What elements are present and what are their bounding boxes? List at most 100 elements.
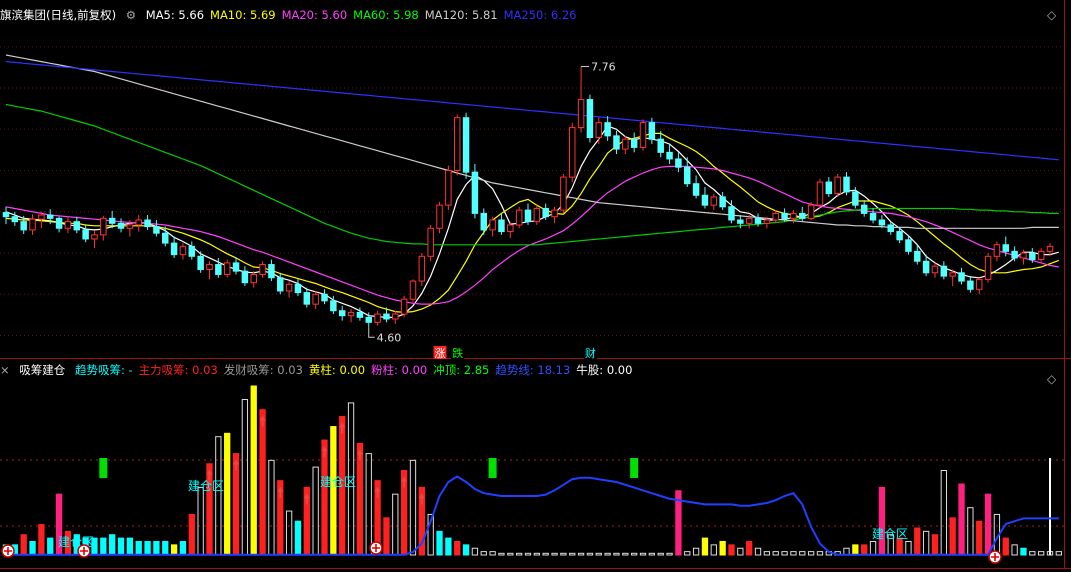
candle-body xyxy=(232,262,240,272)
volume-bar xyxy=(383,517,390,556)
candle-body xyxy=(409,280,417,300)
candle-body xyxy=(993,244,1001,257)
candle-body xyxy=(568,127,576,178)
volume-bar xyxy=(153,540,160,556)
kline-chart[interactable]: 7.764.60涨跌财预建仓区建仓区建仓区建仓区 xyxy=(0,0,1071,569)
volume-bar xyxy=(259,409,266,556)
volume-bar xyxy=(20,534,27,556)
low-label: 4.60 xyxy=(377,331,402,344)
candle-body xyxy=(604,122,611,137)
gear-icon[interactable]: ⚙ xyxy=(126,8,136,22)
candle-body xyxy=(126,224,134,229)
candle xyxy=(560,173,567,214)
volume-bar xyxy=(852,544,859,556)
volume-bar xyxy=(445,537,452,556)
candle xyxy=(586,94,594,143)
candle-body xyxy=(64,221,72,229)
candle-body xyxy=(312,293,319,305)
volume-bar xyxy=(321,439,328,556)
diamond-icon[interactable]: ◇ xyxy=(1047,8,1056,22)
candle-body xyxy=(675,158,682,168)
candle-body xyxy=(153,226,160,234)
indicator-legend-item-6: 趋势线: 18.13 xyxy=(495,363,571,377)
volume-bar xyxy=(861,544,868,556)
indicator-header: × 吸筹建仓 趋势吸筹: - 主力吸筹: 0.03 发财吸筹: 0.03 黄柱: 0.… xyxy=(0,362,644,378)
volume-bar xyxy=(462,544,470,556)
candle-body xyxy=(347,311,355,317)
candle-body xyxy=(250,273,257,284)
candle-body xyxy=(896,231,903,241)
candle-body xyxy=(940,265,948,277)
zone-label: 建仓区 xyxy=(320,475,356,489)
candle-body xyxy=(772,212,779,221)
candle-body xyxy=(763,219,771,224)
volume-bar xyxy=(250,385,257,556)
candle-body xyxy=(852,191,859,206)
candle-body xyxy=(515,209,523,226)
candle-body xyxy=(639,122,647,148)
candle-body xyxy=(781,212,788,219)
candle-body xyxy=(542,207,549,218)
volume-bar xyxy=(984,493,992,556)
candle-body xyxy=(551,209,558,218)
candle xyxy=(816,178,824,209)
candle-body xyxy=(692,183,700,196)
candle-body xyxy=(1020,252,1027,259)
volume-bar xyxy=(135,540,142,556)
candle-body xyxy=(259,264,266,275)
volume-bar xyxy=(294,520,302,556)
candle-body xyxy=(135,219,142,226)
candle xyxy=(984,253,992,283)
candle-body xyxy=(436,204,443,229)
volume-bar xyxy=(949,517,956,556)
candle-body xyxy=(108,217,116,224)
diamond-icon-lower[interactable]: ◇ xyxy=(1047,372,1056,386)
candle-body xyxy=(294,283,302,294)
candle-body xyxy=(223,262,231,275)
volume-bar xyxy=(170,544,178,556)
candle xyxy=(445,165,452,211)
candle-body xyxy=(737,219,744,224)
candle xyxy=(533,205,541,225)
candle-body xyxy=(241,270,249,284)
candle-body xyxy=(162,232,169,244)
candle-body xyxy=(144,219,151,228)
indicator-legend-item-0: 趋势吸筹: - xyxy=(74,363,133,377)
volume-bar xyxy=(728,544,735,556)
indicator-legend-item-7: 牛股: 0.00 xyxy=(576,363,633,377)
candle-body xyxy=(560,176,567,211)
candle-body xyxy=(657,138,664,153)
candle xyxy=(427,224,434,262)
candle-body xyxy=(453,117,461,171)
high-label: 7.76 xyxy=(591,61,616,74)
candle xyxy=(436,201,443,234)
candle-body xyxy=(179,245,187,256)
candle-body xyxy=(524,209,532,223)
volume-bar xyxy=(701,537,709,556)
volume-bar xyxy=(1002,537,1009,556)
candle-body xyxy=(11,216,19,223)
candle-body xyxy=(427,227,434,257)
candle-body xyxy=(418,255,426,282)
candle-body xyxy=(967,280,974,290)
ma-legend-item-0: MA5: 5.66 xyxy=(145,8,205,22)
candle-body xyxy=(799,212,806,219)
candle-body xyxy=(55,217,63,229)
candle-body xyxy=(595,122,603,139)
volume-bar xyxy=(976,520,983,556)
candle-body xyxy=(834,176,841,195)
close-icon[interactable]: × xyxy=(0,363,10,377)
zone-label: 建仓区 xyxy=(872,527,908,541)
candle xyxy=(834,173,841,197)
candle-body xyxy=(914,250,921,262)
candle-body xyxy=(684,166,691,185)
candle-body xyxy=(392,313,399,320)
volume-bar xyxy=(931,534,939,556)
volume-bar xyxy=(1020,547,1027,556)
main-chart-header: 旗滨集团(日线,前复权) ⚙ MA5: 5.66 MA10: 5.69 MA20: … xyxy=(0,7,588,23)
ma-legend-item-5: MA250: 6.26 xyxy=(503,8,577,22)
candle-body xyxy=(400,298,408,315)
candle-body xyxy=(1037,250,1045,261)
candle-body xyxy=(338,310,346,317)
candle-body xyxy=(321,293,328,302)
